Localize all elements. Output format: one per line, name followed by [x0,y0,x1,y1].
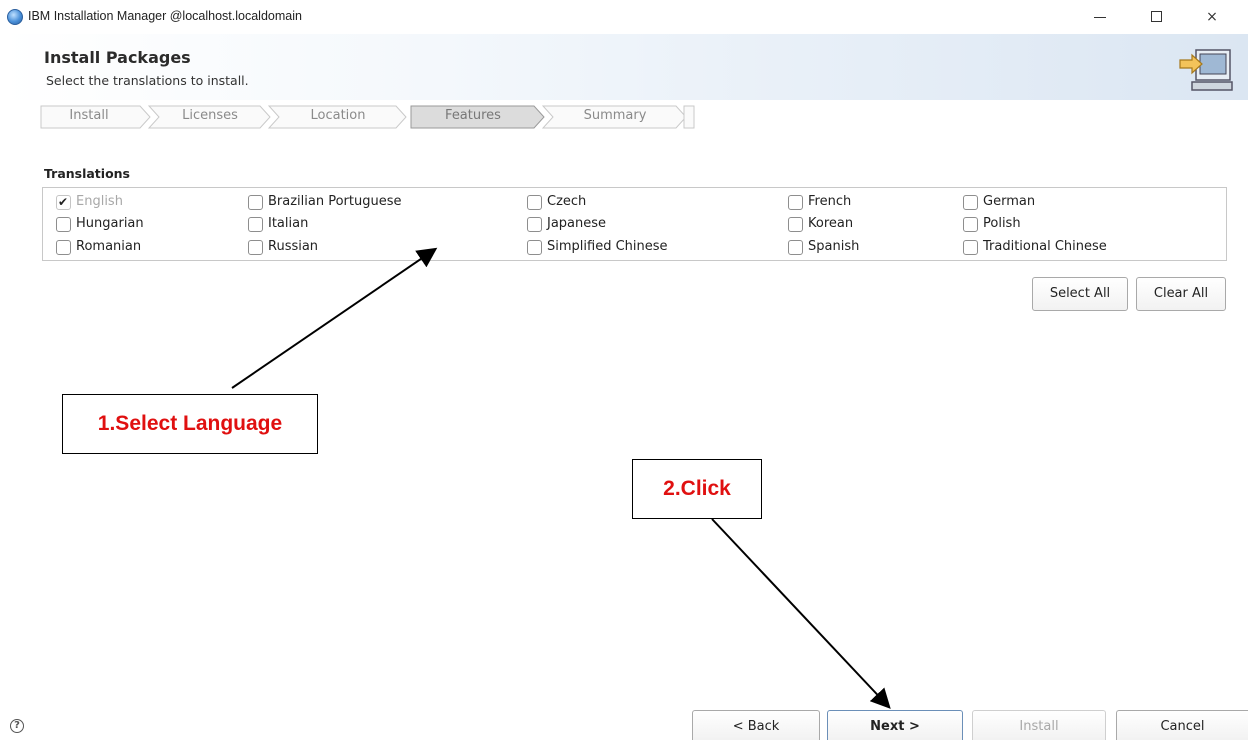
arrow-to-languages [231,247,438,389]
install-button[interactable]: Install [972,710,1106,740]
annotation-arrows [231,247,891,709]
arrow-to-next [711,518,891,709]
annotation-select-language: 1.Select Language [62,394,318,454]
help-icon[interactable]: ? [10,719,24,733]
annotation-click: 2.Click [632,459,762,519]
next-button[interactable]: Next > [827,710,963,740]
cancel-button[interactable]: Cancel [1116,710,1248,740]
back-button[interactable]: < Back [692,710,820,740]
